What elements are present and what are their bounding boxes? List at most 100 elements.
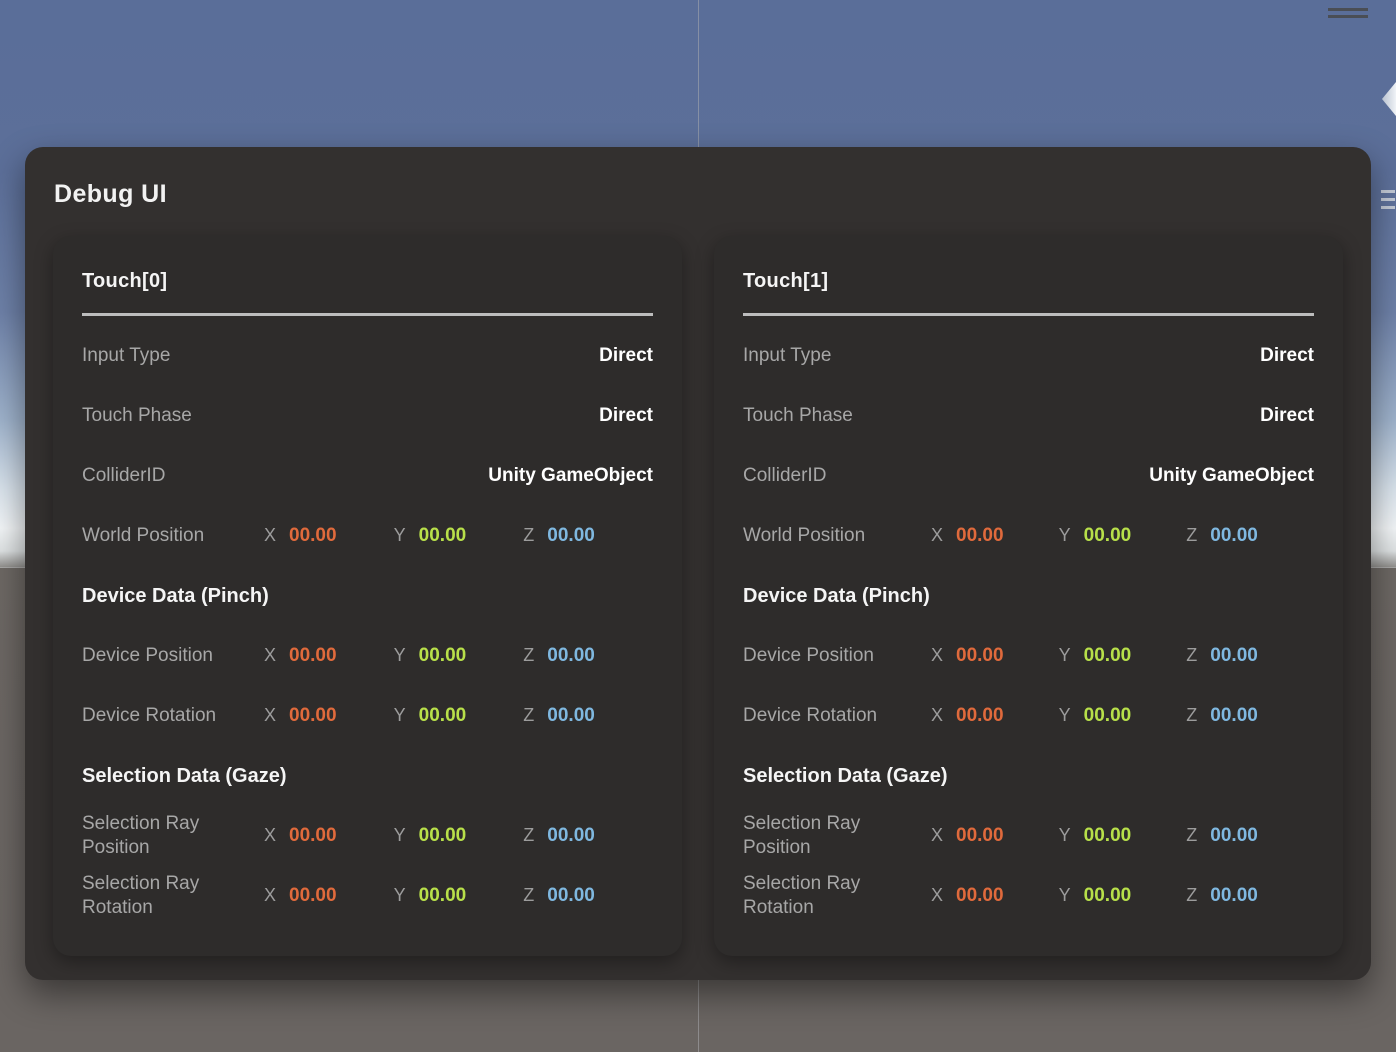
axis-value-z: 00.00: [1210, 885, 1258, 906]
axis-value-z: 00.00: [1210, 825, 1258, 846]
axis-value-y: 00.00: [1083, 885, 1132, 906]
vector-field-x: X 00.00: [264, 645, 394, 667]
axis-value-y: 00.00: [1083, 825, 1132, 846]
axis-value-y: 00.00: [1083, 705, 1132, 726]
vector-fields: X 00.00 Y 00.00 Z 00.00: [264, 885, 653, 907]
vector-field-x: X 00.00: [931, 885, 1059, 907]
axis-value-x: 00.00: [289, 825, 337, 846]
axis-value-x: 00.00: [289, 525, 337, 546]
vector-fields: X 00.00 Y 00.00 Z 00.00: [931, 705, 1314, 727]
row-device-position: Device Position X 00.00 Y 00.00 Z 00.00: [82, 626, 653, 686]
vector-field-y: Y 00.00: [394, 825, 524, 847]
row-world-position: World Position X 00.00 Y 00.00 Z 00.00: [82, 506, 653, 566]
vector-field-x: X 00.00: [264, 885, 394, 907]
vector-field-y: Y 00.00: [1059, 645, 1187, 667]
handle-line: [1328, 15, 1368, 18]
axis-value-z: 00.00: [547, 705, 595, 726]
vector-field-x: X 00.00: [931, 705, 1059, 727]
axis-label-y: Y: [1058, 525, 1071, 545]
axis-value-z: 00.00: [547, 885, 595, 906]
vector-fields: X 00.00 Y 00.00 Z 00.00: [931, 885, 1314, 907]
row-label: Touch Phase: [82, 404, 192, 426]
axis-value-x: 00.00: [956, 645, 1004, 666]
row-selection-ray-rotation: Selection Ray Rotation X 00.00 Y 00.00 Z: [82, 866, 653, 926]
axis-label-y: Y: [393, 645, 406, 665]
row-collider-id: ColliderID Unity GameObject: [82, 446, 653, 506]
axis-value-z: 00.00: [1210, 525, 1258, 546]
axis-label-z: Z: [1186, 885, 1198, 905]
row-selection-ray-position: Selection Ray Position X 00.00 Y 00.00 Z: [743, 806, 1314, 866]
row-device-rotation: Device Rotation X 00.00 Y 00.00 Z 00.00: [82, 686, 653, 746]
edge-grip-icon[interactable]: [1381, 190, 1395, 220]
row-value: Direct: [1260, 405, 1314, 426]
axis-value-z: 00.00: [547, 645, 595, 666]
row-label: Touch Phase: [743, 404, 853, 426]
vector-field-z: Z 00.00: [1186, 825, 1314, 847]
vector-field-y: Y 00.00: [1059, 885, 1187, 907]
axis-value-z: 00.00: [547, 825, 595, 846]
axis-label-x: X: [264, 525, 277, 545]
vector-fields: X 00.00 Y 00.00 Z 00.00: [931, 525, 1314, 547]
touch-card-0-title: Touch[0]: [82, 270, 168, 292]
axis-label-y: Y: [393, 705, 406, 725]
vector-field-x: X 00.00: [931, 645, 1059, 667]
vector-fields: X 00.00 Y 00.00 Z 00.00: [931, 825, 1314, 847]
vector-fields: X 00.00 Y 00.00 Z 00.00: [264, 525, 653, 547]
row-device-position: Device Position X 00.00 Y 00.00 Z 00.00: [743, 626, 1314, 686]
axis-label-y: Y: [1058, 645, 1071, 665]
row-label: Selection Ray Rotation: [82, 872, 200, 918]
vector-field-z: Z 00.00: [1186, 705, 1314, 727]
axis-label-x: X: [931, 525, 944, 545]
row-value: Unity GameObject: [488, 465, 653, 486]
axis-label-x: X: [931, 705, 944, 725]
axis-value-x: 00.00: [289, 705, 337, 726]
vector-field-y: Y 00.00: [1059, 525, 1187, 547]
vector-field-y: Y 00.00: [1059, 825, 1187, 847]
window-handle-icon[interactable]: [1328, 8, 1368, 20]
section-device-data: Device Data (Pinch): [743, 584, 930, 607]
axis-value-y: 00.00: [418, 525, 467, 546]
axis-value-z: 00.00: [1210, 645, 1258, 666]
axis-value-y: 00.00: [418, 645, 467, 666]
axis-value-y: 00.00: [418, 705, 467, 726]
row-label: Device Rotation: [82, 704, 217, 726]
vector-fields: X 00.00 Y 00.00 Z 00.00: [264, 825, 653, 847]
touch-card-0: Touch[0] Input Type Direct Touch Phase D…: [53, 236, 682, 956]
section-device-data: Device Data (Pinch): [82, 584, 269, 607]
axis-label-y: Y: [393, 885, 406, 905]
handle-line: [1328, 8, 1368, 11]
axis-label-y: Y: [1058, 825, 1071, 845]
grip-line: [1381, 198, 1395, 201]
axis-value-x: 00.00: [289, 885, 337, 906]
section-selection-data: Selection Data (Gaze): [82, 764, 287, 787]
row-label: Device Position: [82, 644, 213, 666]
row-device-rotation: Device Rotation X 00.00 Y 00.00 Z 00.00: [743, 686, 1314, 746]
vector-field-z: Z 00.00: [523, 885, 653, 907]
row-selection-ray-position: Selection Ray Position X 00.00 Y 00.00 Z: [82, 806, 653, 866]
vector-fields: X 00.00 Y 00.00 Z 00.00: [931, 645, 1314, 667]
row-value: Unity GameObject: [1149, 465, 1314, 486]
row-selection-ray-rotation: Selection Ray Rotation X 00.00 Y 00.00 Z: [743, 866, 1314, 926]
row-value: Direct: [1260, 345, 1314, 366]
axis-value-y: 00.00: [1083, 645, 1132, 666]
section-selection-data: Selection Data (Gaze): [743, 764, 948, 787]
vector-field-z: Z 00.00: [523, 825, 653, 847]
row-value: Direct: [599, 405, 653, 426]
vector-field-y: Y 00.00: [394, 525, 524, 547]
axis-value-z: 00.00: [547, 525, 595, 546]
axis-value-x: 00.00: [956, 825, 1004, 846]
vector-field-y: Y 00.00: [394, 705, 524, 727]
vector-field-x: X 00.00: [931, 825, 1059, 847]
grip-line: [1381, 206, 1395, 209]
page-title: Debug UI: [54, 180, 167, 208]
vector-field-y: Y 00.00: [1059, 705, 1187, 727]
axis-value-x: 00.00: [956, 525, 1004, 546]
axis-label-x: X: [264, 645, 277, 665]
axis-value-y: 00.00: [418, 825, 467, 846]
axis-value-y: 00.00: [418, 885, 467, 906]
axis-value-x: 00.00: [289, 645, 337, 666]
vector-field-x: X 00.00: [264, 825, 394, 847]
touch-card-1-divider: [743, 313, 1314, 316]
vector-field-x: X 00.00: [931, 525, 1059, 547]
axis-label-z: Z: [1186, 525, 1198, 545]
